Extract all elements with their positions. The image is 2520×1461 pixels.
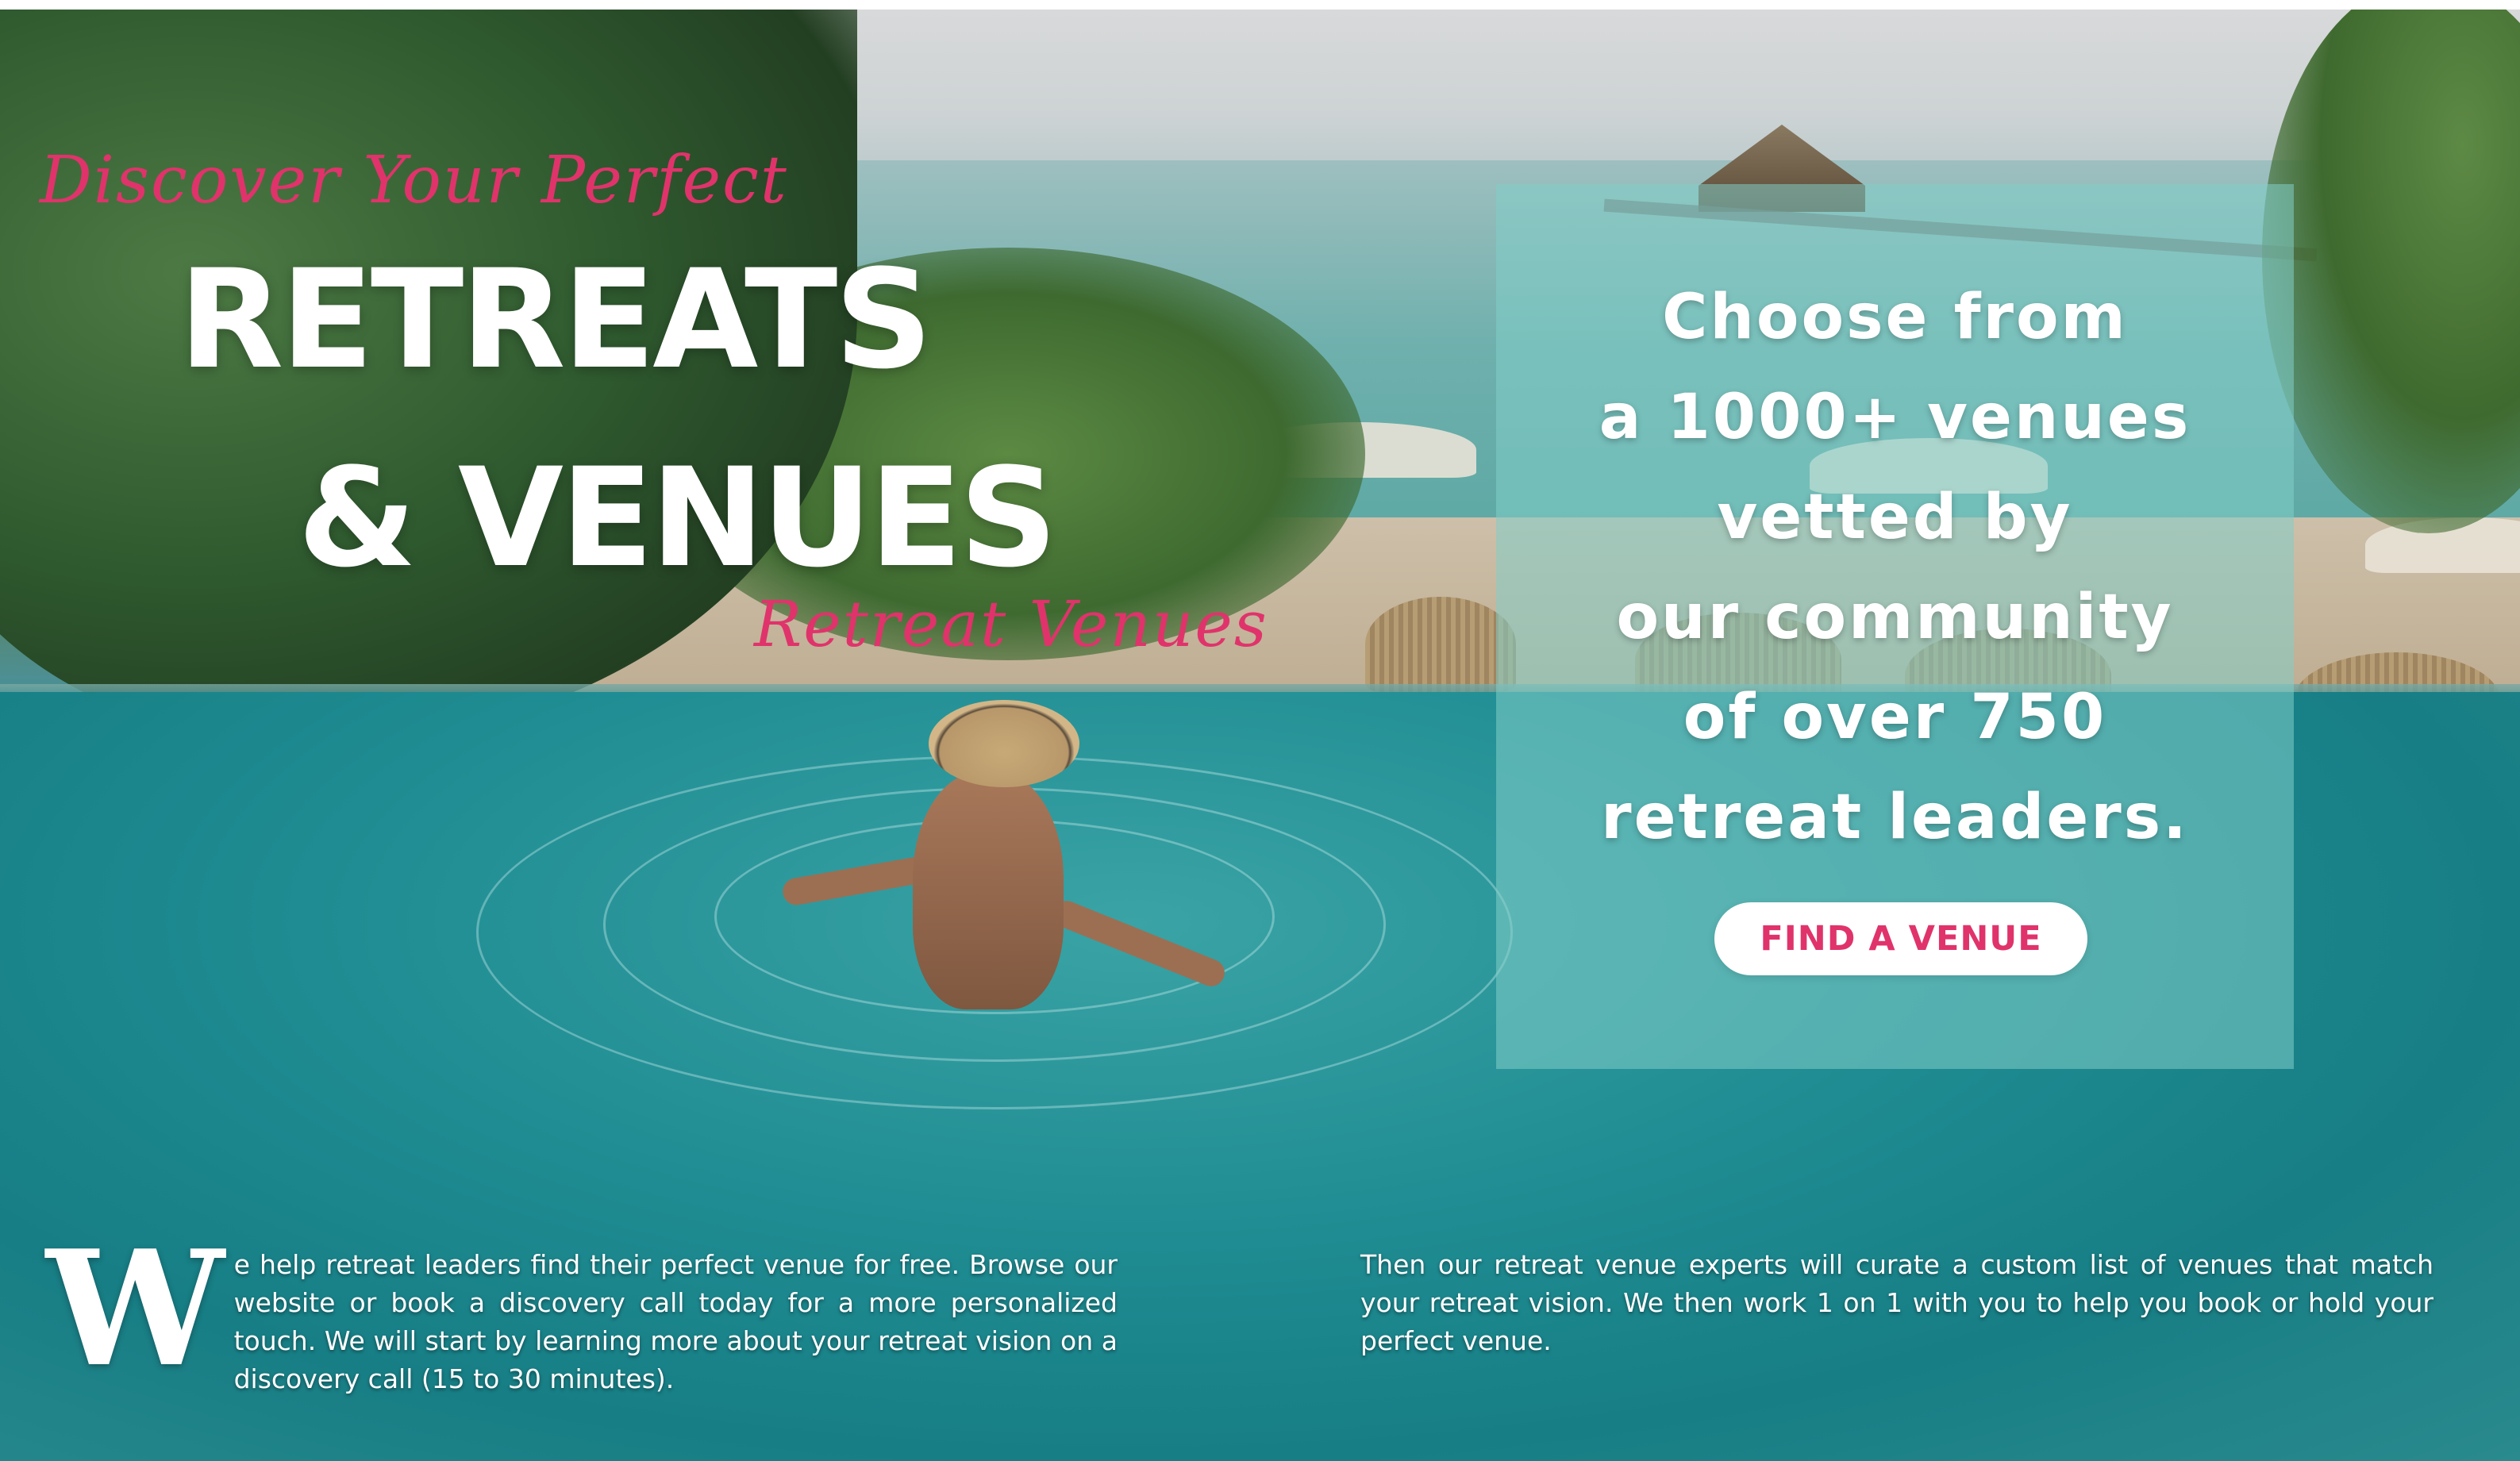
callout-line: our community — [1616, 582, 2174, 653]
drop-cap: W — [46, 1216, 225, 1402]
woman-sun-hat — [929, 700, 1079, 787]
callout-line: a 1000+ venues — [1599, 382, 2191, 453]
intro-paragraph-left: W e help retreat leaders find their perf… — [46, 1216, 1118, 1402]
beach-basket — [1365, 597, 1516, 692]
hero-section: Discover Your Perfect RETREATS & VENUES … — [0, 10, 2520, 1461]
find-a-venue-button[interactable]: FIND A VENUE — [1714, 902, 2087, 975]
callout-line: Choose from — [1662, 282, 2128, 353]
callout-line: retreat leaders. — [1601, 782, 2189, 853]
script-heading-bottom: Retreat Venues — [754, 587, 1268, 661]
callout-line: vetted by — [1717, 482, 2073, 553]
venue-callout-text: Choose from a 1000+ venues vetted by our… — [1496, 267, 2294, 867]
script-heading-top: Discover Your Perfect — [40, 143, 788, 218]
intro-paragraph-right: Then our retreat venue experts will cura… — [1360, 1246, 2433, 1360]
intro-text-right: Then our retreat venue experts will cura… — [1360, 1249, 2433, 1356]
hero-title-line-1: RETREATS — [179, 240, 933, 399]
intro-text-left: e help retreat leaders find their perfec… — [233, 1249, 1118, 1394]
callout-line: of over 750 — [1683, 682, 2107, 753]
hero-title-line-2: & VENUES — [298, 438, 1057, 598]
venue-callout-panel: Choose from a 1000+ venues vetted by our… — [1496, 184, 2294, 1069]
woman-in-pool — [913, 771, 1064, 1009]
